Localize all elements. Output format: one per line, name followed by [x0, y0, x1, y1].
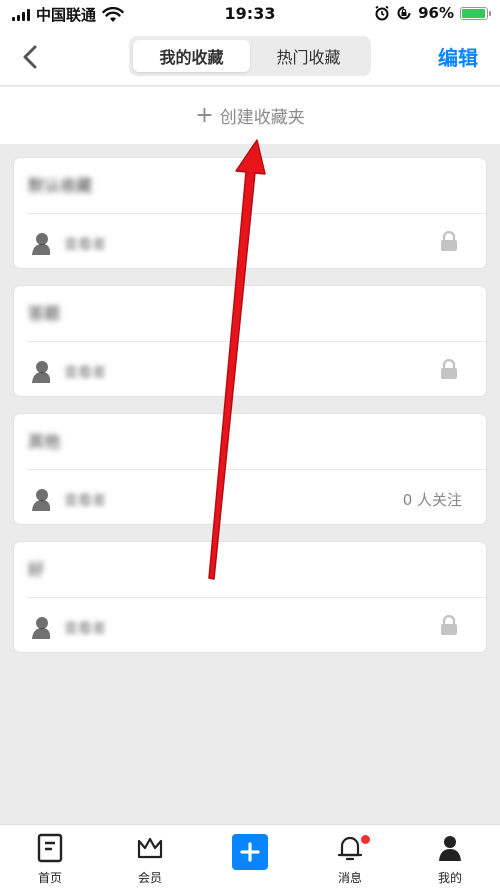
- folder-title: 答题: [28, 304, 61, 323]
- folder-owner: 查看者: [64, 493, 106, 509]
- tab-bar: 首页 会员 消息 我的: [0, 824, 500, 889]
- divider: [28, 469, 486, 470]
- alarm-icon: [375, 5, 389, 21]
- segmented-control: 我的收藏 热门收藏: [129, 36, 371, 76]
- folder-card[interactable]: 其他 查看者 0 人关注: [13, 413, 487, 525]
- edit-button[interactable]: 编辑: [438, 42, 478, 71]
- divider: [28, 597, 486, 598]
- status-bar: 中国联通 19:33 96%: [0, 0, 500, 28]
- create-folder-button[interactable]: + 创建收藏夹: [0, 87, 500, 144]
- battery-percent: 96%: [418, 4, 454, 22]
- chevron-left-icon: [23, 45, 37, 69]
- divider: [28, 213, 486, 214]
- lock-icon: [441, 615, 457, 635]
- crown-icon: [137, 837, 163, 859]
- tab-me[interactable]: 我的: [420, 833, 480, 886]
- person-icon: [439, 836, 461, 861]
- nav-bar: 我的收藏 热门收藏 编辑: [0, 28, 500, 86]
- avatar-icon: [32, 233, 51, 255]
- create-folder-label: 创建收藏夹: [219, 108, 305, 128]
- avatar-icon: [32, 489, 51, 511]
- status-right: 96%: [374, 4, 491, 22]
- avatar-icon: [32, 361, 51, 383]
- folder-title: 好: [28, 560, 45, 579]
- notification-dot: [361, 835, 370, 844]
- rotation-lock-icon: [397, 6, 411, 20]
- lock-icon: [441, 231, 457, 251]
- tab-messages-label: 消息: [337, 871, 362, 885]
- tab-my-favorites[interactable]: 我的收藏: [133, 40, 250, 72]
- folder-card[interactable]: 好 查看者: [13, 541, 487, 653]
- tab-me-label: 我的: [437, 871, 462, 885]
- folder-owner: 查看者: [64, 365, 106, 381]
- folder-title: 其他: [28, 432, 61, 451]
- folder-card[interactable]: 答题 查看者: [13, 285, 487, 397]
- folder-title: 默认收藏: [28, 176, 93, 195]
- tab-popular-favorites[interactable]: 热门收藏: [250, 40, 367, 72]
- plus-icon: [240, 842, 260, 862]
- bell-icon: [337, 836, 363, 861]
- folder-owner: 查看者: [64, 621, 106, 637]
- plus-icon: +: [195, 103, 214, 128]
- folder-card[interactable]: 默认收藏 查看者: [13, 157, 487, 269]
- tab-home-label: 首页: [37, 871, 62, 885]
- divider: [28, 341, 486, 342]
- avatar-icon: [32, 617, 51, 639]
- follower-count: 0 人关注: [402, 491, 462, 509]
- tab-vip[interactable]: 会员: [120, 833, 180, 886]
- back-button[interactable]: [14, 40, 48, 74]
- battery-icon: [460, 6, 491, 20]
- add-button[interactable]: [232, 834, 268, 870]
- home-doc-icon: [37, 833, 63, 863]
- tab-vip-label: 会员: [137, 871, 162, 885]
- tab-messages[interactable]: 消息: [320, 833, 380, 886]
- tab-home[interactable]: 首页: [20, 833, 80, 886]
- folder-owner: 查看者: [64, 237, 106, 253]
- lock-icon: [441, 359, 457, 379]
